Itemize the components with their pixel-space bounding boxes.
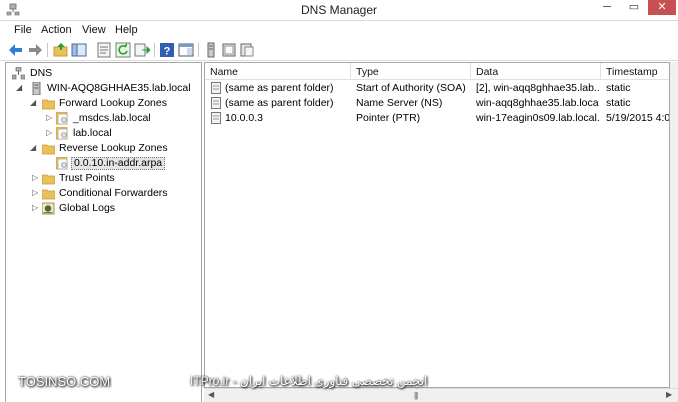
toolbar-separator — [198, 43, 199, 57]
help-icon[interactable]: ? — [159, 42, 175, 58]
title-bar: DNS Manager ─ ▭ ✕ — [0, 0, 678, 21]
cell-name: (same as parent folder) — [225, 97, 334, 109]
cell-type: Name Server (NS) — [356, 97, 443, 109]
scroll-thumb-grip-icon[interactable]: ||| — [414, 391, 418, 400]
tree-label-global-logs: Global Logs — [59, 202, 116, 214]
expand-arrow-icon[interactable]: ▷ — [32, 188, 40, 198]
collapse-arrow-icon[interactable]: ◢ — [16, 83, 24, 93]
toolbar: ? — [0, 39, 678, 61]
tree-label-reverse-lookup-zones: Reverse Lookup Zones — [59, 142, 168, 154]
cell-type: Pointer (PTR) — [356, 112, 421, 124]
column-header-timestamp[interactable]: Timestamp — [601, 63, 669, 80]
watermark-left: TOSINSO.COM — [18, 374, 111, 389]
records-list[interactable]: Name Type Data Timestamp (same as parent… — [204, 62, 670, 388]
menu-view[interactable]: View — [82, 24, 106, 36]
up-folder-icon[interactable] — [53, 42, 69, 58]
maximize-button[interactable]: ▭ — [621, 0, 647, 15]
tree-label-server: WIN-AQQ8GHHAE35.lab.local — [47, 82, 191, 94]
refresh-icon[interactable] — [115, 42, 131, 58]
close-button[interactable]: ✕ — [648, 0, 676, 15]
cell-data: [2], win-aqq8ghhae35.lab.... — [476, 82, 599, 94]
cell-timestamp: static — [606, 82, 631, 94]
expand-arrow-icon[interactable]: ▷ — [46, 128, 54, 138]
show-hide-tree-icon[interactable] — [71, 42, 87, 58]
event-log-icon — [42, 202, 55, 215]
tree-label-dns: DNS — [30, 67, 53, 79]
collapse-arrow-icon[interactable]: ◢ — [30, 143, 38, 153]
zone-icon — [56, 127, 68, 140]
dns-root-icon — [12, 67, 25, 80]
window-title: DNS Manager — [300, 3, 378, 17]
record-icon — [211, 97, 221, 109]
cell-timestamp: static — [606, 97, 631, 109]
tree-label-trust-points: Trust Points — [59, 172, 115, 184]
properties-icon[interactable] — [96, 42, 112, 58]
cell-name: 10.0.0.3 — [225, 112, 263, 124]
tree-label-msdcs: _msdcs.lab.local — [73, 112, 151, 124]
menu-file[interactable]: File — [14, 24, 32, 36]
tree-label-forward-lookup-zones: Forward Lookup Zones — [59, 97, 167, 109]
toolbar-separator — [154, 43, 155, 57]
cell-name: (same as parent folder) — [225, 82, 334, 94]
zone-icon[interactable] — [221, 42, 237, 58]
menu-help[interactable]: Help — [115, 24, 138, 36]
toolbar-separator — [47, 43, 48, 57]
record-icon — [211, 112, 221, 124]
expand-arrow-icon[interactable]: ▷ — [32, 173, 40, 183]
zone-icon — [56, 112, 68, 125]
collapse-arrow-icon[interactable]: ◢ — [30, 98, 38, 108]
table-row[interactable]: (same as parent folder) Name Server (NS)… — [205, 96, 669, 111]
expand-arrow-icon[interactable]: ▷ — [46, 113, 54, 123]
column-header-type[interactable]: Type — [351, 63, 471, 80]
zone-icon — [56, 157, 68, 170]
cell-timestamp: 5/19/2015 4:00:0 — [606, 112, 670, 124]
expand-arrow-icon[interactable]: ▷ — [32, 203, 40, 213]
scroll-right-icon[interactable]: ▶ — [666, 390, 672, 399]
cell-data: win-aqq8ghhae35.lab.local. — [476, 97, 599, 109]
server-icon — [32, 82, 41, 95]
back-arrow-icon[interactable] — [8, 42, 24, 58]
forward-arrow-icon[interactable] — [27, 42, 43, 58]
column-header-data[interactable]: Data — [471, 63, 601, 80]
record-icon — [211, 82, 221, 94]
menu-action[interactable]: Action — [41, 24, 72, 36]
folder-icon — [42, 144, 55, 155]
server-icon[interactable] — [203, 42, 219, 58]
action-pane-icon[interactable] — [178, 42, 194, 58]
cell-data: win-17eagin0s09.lab.local. — [476, 112, 599, 124]
horizontal-scrollbar[interactable]: ◀ ||| ▶ — [204, 388, 678, 402]
column-header-name[interactable]: Name — [205, 63, 351, 80]
export-list-icon[interactable] — [134, 42, 150, 58]
scroll-left-icon[interactable]: ◀ — [208, 390, 214, 399]
table-row[interactable]: 10.0.0.3 Pointer (PTR) win-17eagin0s09.l… — [205, 111, 670, 126]
watermark-right: انجمن تخصصی فناوری اطلاعات ایران - ITPro… — [190, 374, 428, 388]
folder-icon — [42, 189, 55, 200]
svg-text:?: ? — [164, 46, 171, 58]
minimize-button[interactable]: ─ — [594, 0, 620, 15]
forwarder-icon[interactable] — [239, 42, 255, 58]
folder-icon — [42, 99, 55, 110]
folder-icon — [42, 174, 55, 185]
cell-type: Start of Authority (SOA) — [356, 82, 466, 94]
menu-bar: File Action View Help — [0, 21, 678, 39]
console-tree[interactable]: DNS ◢ WIN-AQQ8GHHAE35.lab.local ◢ Forwar… — [5, 62, 202, 402]
tree-label-conditional-forwarders: Conditional Forwarders — [59, 187, 168, 199]
vertical-scrollbar[interactable] — [670, 62, 678, 388]
tree-label-reverse-zone: 0.0.10.in-addr.arpa — [71, 157, 166, 170]
table-row[interactable]: (same as parent folder) Start of Authori… — [205, 81, 669, 96]
tree-label-lab-local: lab.local — [73, 127, 112, 139]
